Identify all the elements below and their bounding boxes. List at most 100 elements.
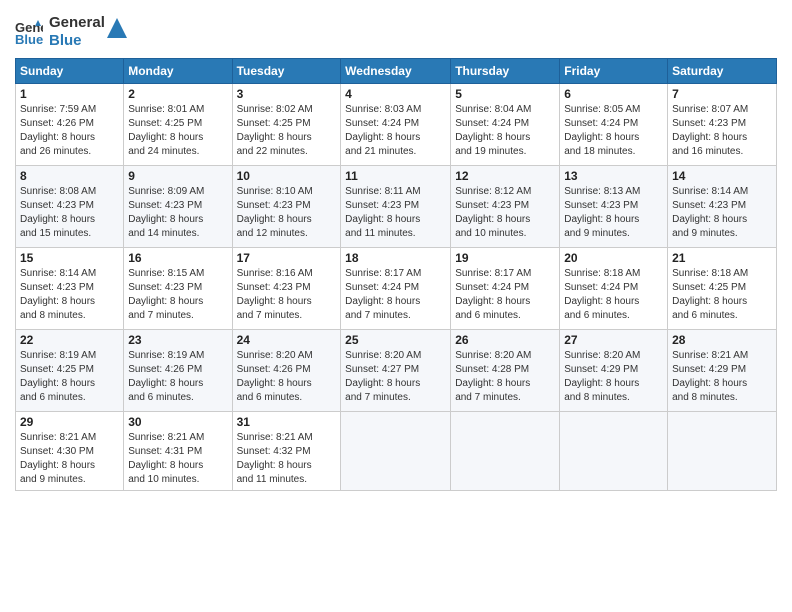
- day-info: Sunrise: 8:21 AMSunset: 4:29 PMDaylight:…: [672, 349, 772, 405]
- day-info: Sunrise: 8:11 AMSunset: 4:23 PMDaylight:…: [345, 185, 446, 241]
- day-info: Sunrise: 8:20 AMSunset: 4:29 PMDaylight:…: [564, 349, 663, 405]
- day-number: 3: [237, 87, 337, 101]
- day-info: Sunrise: 8:20 AMSunset: 4:27 PMDaylight:…: [345, 349, 446, 405]
- calendar-cell: 21 Sunrise: 8:18 AMSunset: 4:25 PMDayligh…: [668, 248, 777, 330]
- day-number: 18: [345, 251, 446, 265]
- calendar-cell: 1Sunrise: 7:59 AMSunset: 4:26 PMDaylight…: [16, 84, 124, 166]
- day-info: Sunrise: 8:14 AMSunset: 4:23 PMDaylight:…: [20, 267, 119, 323]
- day-number: 25: [345, 333, 446, 347]
- calendar-cell: 29 Sunrise: 8:21 AMSunset: 4:30 PMDayligh…: [16, 412, 124, 491]
- calendar-cell: [668, 412, 777, 491]
- day-info: Sunrise: 8:21 AMSunset: 4:30 PMDaylight:…: [20, 431, 119, 487]
- calendar-week-row-2: 8Sunrise: 8:08 AMSunset: 4:23 PMDaylight…: [16, 166, 777, 248]
- calendar-cell: 20 Sunrise: 8:18 AMSunset: 4:24 PMDayligh…: [560, 248, 668, 330]
- day-number: 16: [128, 251, 227, 265]
- calendar-cell: 19 Sunrise: 8:17 AMSunset: 4:24 PMDayligh…: [451, 248, 560, 330]
- calendar-cell: 6 Sunrise: 8:05 AMSunset: 4:24 PMDaylight…: [560, 84, 668, 166]
- svg-text:Blue: Blue: [15, 32, 43, 46]
- calendar-cell: 8Sunrise: 8:08 AMSunset: 4:23 PMDaylight…: [16, 166, 124, 248]
- calendar-cell: 5 Sunrise: 8:04 AMSunset: 4:24 PMDaylight…: [451, 84, 560, 166]
- calendar-cell: 31Sunrise: 8:21 AMSunset: 4:32 PMDayligh…: [232, 412, 341, 491]
- day-info: Sunrise: 8:12 AMSunset: 4:23 PMDaylight:…: [455, 185, 555, 241]
- calendar-table: SundayMondayTuesdayWednesdayThursdayFrid…: [15, 58, 777, 491]
- page: General Blue General Blue SundayMondayTu…: [0, 0, 792, 612]
- calendar-cell: 14Sunrise: 8:14 AMSunset: 4:23 PMDayligh…: [668, 166, 777, 248]
- day-info: Sunrise: 8:05 AMSunset: 4:24 PMDaylight:…: [564, 103, 663, 159]
- day-info: Sunrise: 8:14 AMSunset: 4:23 PMDaylight:…: [672, 185, 772, 241]
- day-number: 28: [672, 333, 772, 347]
- calendar-cell: 7 Sunrise: 8:07 AMSunset: 4:23 PMDaylight…: [668, 84, 777, 166]
- day-info: Sunrise: 8:04 AMSunset: 4:24 PMDaylight:…: [455, 103, 555, 159]
- logo-icon: General Blue: [15, 18, 43, 46]
- day-info: Sunrise: 8:15 AMSunset: 4:23 PMDaylight:…: [128, 267, 227, 323]
- day-number: 15: [20, 251, 119, 265]
- day-number: 12: [455, 169, 555, 183]
- day-number: 6: [564, 87, 663, 101]
- weekday-header-sunday: Sunday: [16, 59, 124, 84]
- calendar-cell: 22 Sunrise: 8:19 AMSunset: 4:25 PMDayligh…: [16, 330, 124, 412]
- weekday-header-saturday: Saturday: [668, 59, 777, 84]
- day-info: Sunrise: 8:13 AMSunset: 4:23 PMDaylight:…: [564, 185, 663, 241]
- calendar-cell: 24 Sunrise: 8:20 AMSunset: 4:26 PMDayligh…: [232, 330, 341, 412]
- day-number: 27: [564, 333, 663, 347]
- calendar-cell: 18 Sunrise: 8:17 AMSunset: 4:24 PMDayligh…: [341, 248, 451, 330]
- calendar-cell: 13 Sunrise: 8:13 AMSunset: 4:23 PMDayligh…: [560, 166, 668, 248]
- calendar-week-row-4: 22 Sunrise: 8:19 AMSunset: 4:25 PMDayligh…: [16, 330, 777, 412]
- logo-triangle-icon: [107, 18, 127, 38]
- calendar-cell: [341, 412, 451, 491]
- day-number: 17: [237, 251, 337, 265]
- day-info: Sunrise: 8:02 AMSunset: 4:25 PMDaylight:…: [237, 103, 337, 159]
- header: General Blue General Blue: [15, 10, 777, 50]
- day-number: 26: [455, 333, 555, 347]
- day-number: 13: [564, 169, 663, 183]
- calendar-cell: 17 Sunrise: 8:16 AMSunset: 4:23 PMDayligh…: [232, 248, 341, 330]
- day-info: Sunrise: 7:59 AMSunset: 4:26 PMDaylight:…: [20, 103, 119, 159]
- day-info: Sunrise: 8:03 AMSunset: 4:24 PMDaylight:…: [345, 103, 446, 159]
- weekday-header-tuesday: Tuesday: [232, 59, 341, 84]
- weekday-header-thursday: Thursday: [451, 59, 560, 84]
- day-number: 30: [128, 415, 227, 429]
- calendar-cell: [451, 412, 560, 491]
- day-number: 20: [564, 251, 663, 265]
- calendar-cell: 11Sunrise: 8:11 AMSunset: 4:23 PMDayligh…: [341, 166, 451, 248]
- day-info: Sunrise: 8:07 AMSunset: 4:23 PMDaylight:…: [672, 103, 772, 159]
- day-info: Sunrise: 8:19 AMSunset: 4:25 PMDaylight:…: [20, 349, 119, 405]
- logo-blue: Blue: [49, 32, 105, 50]
- calendar-cell: 26Sunrise: 8:20 AMSunset: 4:28 PMDayligh…: [451, 330, 560, 412]
- logo-general: General: [49, 14, 105, 32]
- calendar-week-row-5: 29 Sunrise: 8:21 AMSunset: 4:30 PMDayligh…: [16, 412, 777, 491]
- day-number: 2: [128, 87, 227, 101]
- day-info: Sunrise: 8:21 AMSunset: 4:32 PMDaylight:…: [237, 431, 337, 487]
- day-info: Sunrise: 8:18 AMSunset: 4:24 PMDaylight:…: [564, 267, 663, 323]
- day-number: 19: [455, 251, 555, 265]
- day-info: Sunrise: 8:10 AMSunset: 4:23 PMDaylight:…: [237, 185, 337, 241]
- day-info: Sunrise: 8:16 AMSunset: 4:23 PMDaylight:…: [237, 267, 337, 323]
- day-info: Sunrise: 8:09 AMSunset: 4:23 PMDaylight:…: [128, 185, 227, 241]
- day-number: 10: [237, 169, 337, 183]
- day-number: 22: [20, 333, 119, 347]
- day-info: Sunrise: 8:18 AMSunset: 4:25 PMDaylight:…: [672, 267, 772, 323]
- day-number: 29: [20, 415, 119, 429]
- day-info: Sunrise: 8:21 AMSunset: 4:31 PMDaylight:…: [128, 431, 227, 487]
- weekday-header-monday: Monday: [124, 59, 232, 84]
- day-info: Sunrise: 8:17 AMSunset: 4:24 PMDaylight:…: [345, 267, 446, 323]
- calendar-cell: 28 Sunrise: 8:21 AMSunset: 4:29 PMDayligh…: [668, 330, 777, 412]
- calendar-cell: 12 Sunrise: 8:12 AMSunset: 4:23 PMDayligh…: [451, 166, 560, 248]
- day-info: Sunrise: 8:17 AMSunset: 4:24 PMDaylight:…: [455, 267, 555, 323]
- calendar-cell: 25 Sunrise: 8:20 AMSunset: 4:27 PMDayligh…: [341, 330, 451, 412]
- logo: General Blue General Blue: [15, 14, 127, 50]
- calendar-cell: 30 Sunrise: 8:21 AMSunset: 4:31 PMDayligh…: [124, 412, 232, 491]
- day-info: Sunrise: 8:01 AMSunset: 4:25 PMDaylight:…: [128, 103, 227, 159]
- day-number: 21: [672, 251, 772, 265]
- calendar-cell: 23Sunrise: 8:19 AMSunset: 4:26 PMDayligh…: [124, 330, 232, 412]
- day-number: 24: [237, 333, 337, 347]
- day-number: 5: [455, 87, 555, 101]
- day-number: 7: [672, 87, 772, 101]
- day-number: 23: [128, 333, 227, 347]
- day-number: 9: [128, 169, 227, 183]
- calendar-cell: 3 Sunrise: 8:02 AMSunset: 4:25 PMDaylight…: [232, 84, 341, 166]
- day-number: 4: [345, 87, 446, 101]
- calendar-week-row-1: 1Sunrise: 7:59 AMSunset: 4:26 PMDaylight…: [16, 84, 777, 166]
- calendar-week-row-3: 15 Sunrise: 8:14 AMSunset: 4:23 PMDayligh…: [16, 248, 777, 330]
- day-info: Sunrise: 8:20 AMSunset: 4:26 PMDaylight:…: [237, 349, 337, 405]
